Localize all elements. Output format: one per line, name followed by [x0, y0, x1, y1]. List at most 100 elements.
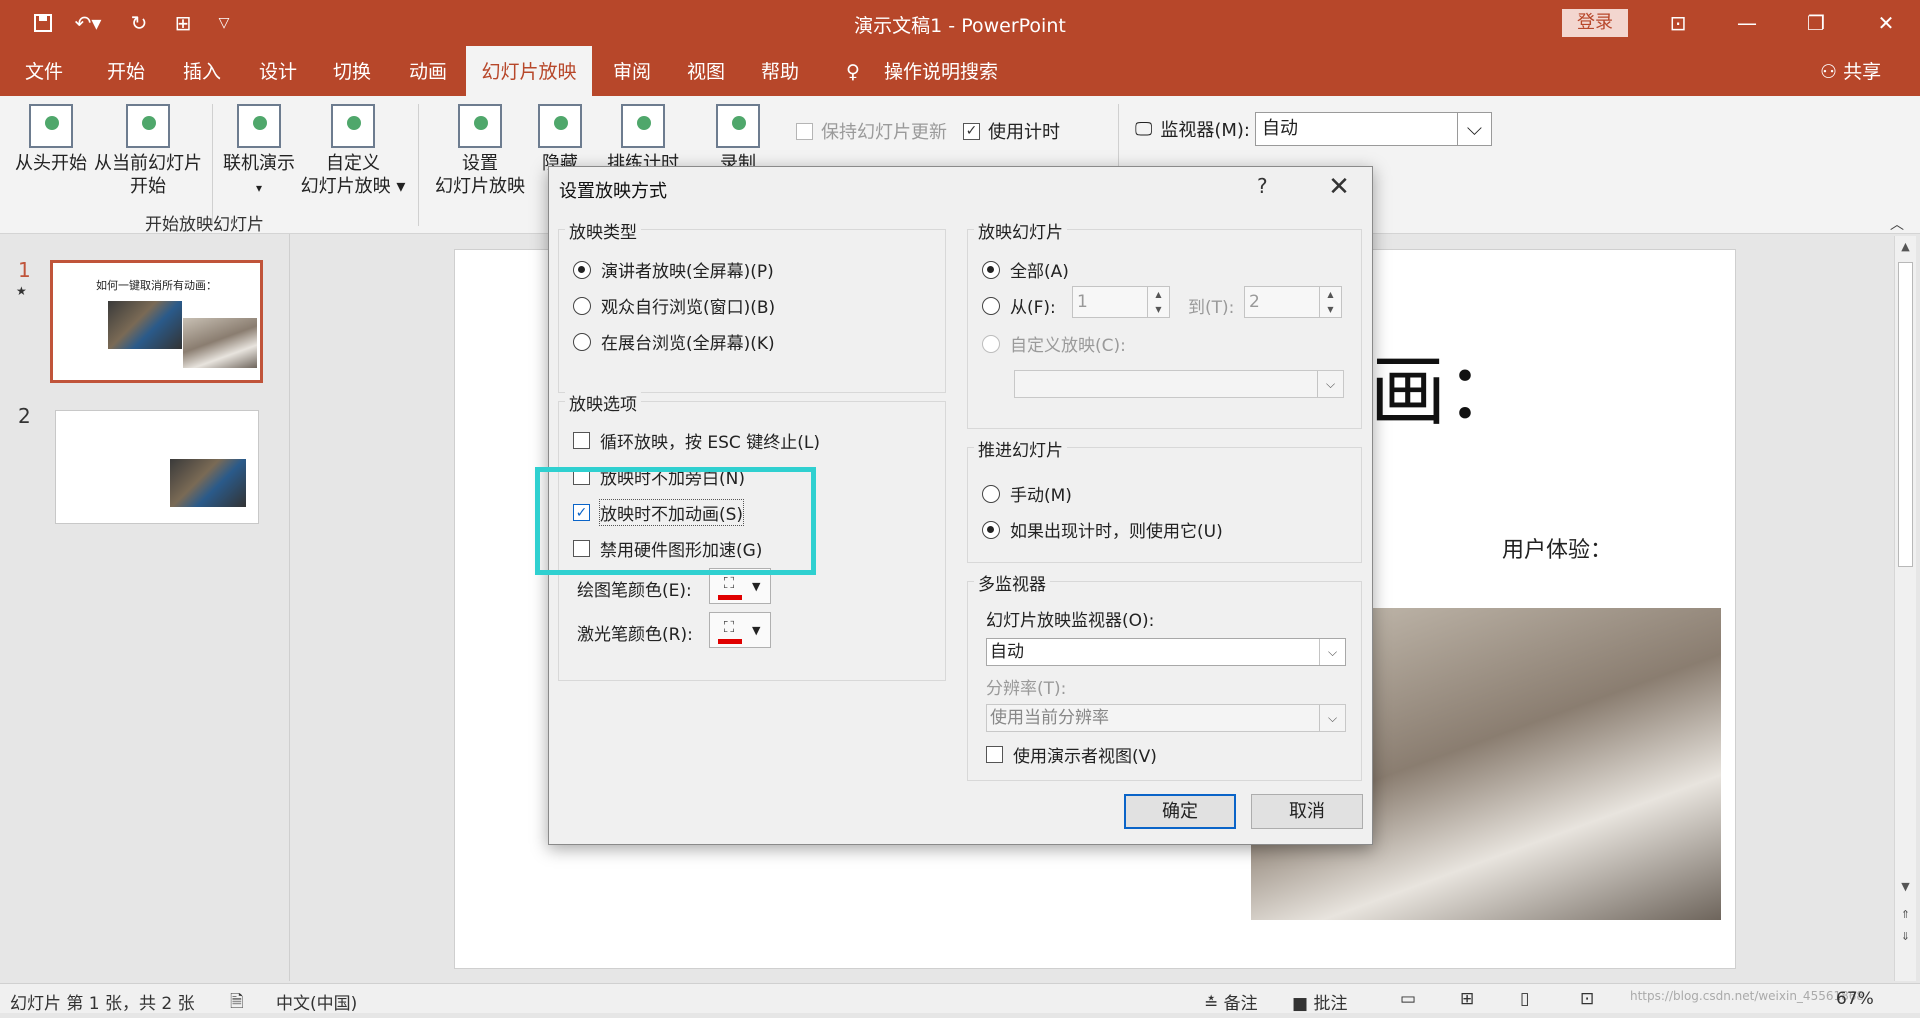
radio-custom-label: 自定义放映(C):	[1010, 336, 1126, 356]
slide-sorter-icon[interactable]: ⊞	[1460, 989, 1474, 1009]
from-current-button[interactable]: 从当前幻灯片 开始	[92, 96, 204, 198]
online-present-label: 联机演示	[223, 153, 295, 174]
custom-slideshow-button[interactable]: 自定义 幻灯片放映 ▾	[300, 96, 406, 198]
normal-view-icon[interactable]: ▭	[1400, 989, 1416, 1009]
radio-custom[interactable]: 自定义放映(C):	[982, 331, 1126, 356]
share-button[interactable]: ⚇ 共享	[1820, 46, 1881, 96]
laser-color-button[interactable]: ⛶ ▼	[709, 612, 771, 648]
spell-check-icon[interactable]: 🗎	[230, 989, 244, 1018]
scroll-thumb[interactable]	[1898, 262, 1913, 567]
slideshow-monitor-value: 自动	[990, 642, 1024, 662]
notes-button[interactable]: ≛ 备注	[1204, 989, 1258, 1014]
tab-file[interactable]: 文件	[12, 46, 76, 96]
radio-kiosk-label: 在展台浏览(全屏幕)(K)	[601, 334, 775, 354]
radio-from-label: 从(F):	[1010, 298, 1056, 318]
radio-window-circle	[573, 296, 591, 315]
comments-button[interactable]: ■ 批注	[1292, 989, 1347, 1014]
to-slide-input[interactable]: 2 ▲ ▼	[1244, 286, 1342, 318]
minimize-icon[interactable]: —	[1727, 8, 1767, 38]
tab-insert[interactable]: 插入	[170, 46, 234, 96]
tab-help[interactable]: 帮助	[748, 46, 812, 96]
presenter-view-box	[986, 746, 1003, 763]
notes-label: 备注	[1223, 994, 1258, 1014]
from-current-label-2: 开始	[130, 176, 166, 197]
login-button[interactable]: 登录	[1562, 9, 1628, 37]
from-slide-input[interactable]: 1 ▲ ▼	[1072, 286, 1170, 318]
online-present-button[interactable]: 联机演示 ▾	[218, 96, 300, 200]
previous-slide-icon[interactable]: ⇑	[1898, 906, 1913, 924]
rehearse-button[interactable]: 排练计时	[600, 96, 686, 175]
animation-star-icon: ★	[16, 284, 27, 298]
thumbnail-phone-image	[170, 459, 246, 507]
title-bar: ↶▾ ↻ ⊞ ▽ 演示文稿1 - PowerPoint 登录 ⊡ — ❐ ✕	[0, 0, 1920, 46]
online-present-icon	[237, 104, 281, 148]
use-timings-checkbox[interactable]: ✓ 使用计时	[963, 118, 1060, 144]
close-window-icon[interactable]: ✕	[1866, 8, 1906, 38]
radio-presenter[interactable]: 演讲者放映(全屏幕)(P)	[573, 257, 774, 282]
zoom-level[interactable]: 67%	[1836, 989, 1874, 1009]
from-beginning-label: 从头开始	[15, 153, 87, 174]
keep-updated-label: 保持幻灯片更新	[821, 122, 947, 143]
reading-view-icon[interactable]: ▯	[1520, 989, 1529, 1009]
resolution-value: 使用当前分辨率	[990, 708, 1109, 728]
scroll-up-icon[interactable]: ▲	[1898, 238, 1913, 256]
status-bar: 幻灯片 第 1 张，共 2 张 🗎 中文(中国) ≛ 备注 ■ 批注 ▭ ⊞ ▯…	[0, 983, 1920, 1014]
slideshow-view-icon[interactable]: ⊡	[1580, 989, 1594, 1009]
slide-thumbnail-2[interactable]	[55, 410, 259, 524]
tab-view[interactable]: 视图	[674, 46, 738, 96]
setup-slideshow-button[interactable]: 设置 幻灯片放映	[432, 96, 528, 198]
paint-bucket-icon: ⛶	[723, 618, 735, 636]
ok-button[interactable]: 确定	[1124, 794, 1236, 829]
spinner-arrows-icon[interactable]: ▲ ▼	[1319, 287, 1341, 317]
language-status[interactable]: 中文(中国)	[276, 989, 357, 1014]
thumbnail-girl-image	[183, 318, 257, 368]
vertical-scrollbar[interactable]: ▲ ▼ ⇑ ⇓	[1894, 236, 1916, 981]
close-icon[interactable]: ✕	[1319, 169, 1359, 205]
slide-ux-label[interactable]: 用户体验：	[1502, 532, 1612, 564]
help-icon[interactable]: ?	[1257, 174, 1268, 198]
record-button[interactable]: 录制	[700, 96, 776, 175]
resolution-select[interactable]: 使用当前分辨率 ⌵	[986, 704, 1346, 732]
slide-info: 幻灯片 第 1 张，共 2 张	[10, 994, 195, 1014]
radio-manual[interactable]: 手动(M)	[982, 481, 1072, 506]
hide-slide-icon	[538, 104, 582, 148]
share-label: 共享	[1843, 61, 1882, 83]
chevron-down-icon[interactable]: ⌵	[1457, 113, 1491, 145]
advance-group: 推进幻灯片 手动(M) 如果出现计时，则使用它(U)	[967, 436, 1362, 563]
keep-updated-checkbox[interactable]: 保持幻灯片更新	[796, 118, 947, 144]
tab-review[interactable]: 审阅	[600, 46, 664, 96]
radio-use-timings[interactable]: 如果出现计时，则使用它(U)	[982, 517, 1223, 542]
tab-home[interactable]: 开始	[94, 46, 158, 96]
radio-kiosk[interactable]: 在展台浏览(全屏幕)(K)	[573, 329, 775, 354]
watermark-text: https://blog.csdn.net/weixin_45561868	[1630, 989, 1865, 1003]
online-present-dropdown: ▾	[255, 181, 263, 195]
tab-animations[interactable]: 动画	[396, 46, 460, 96]
from-beginning-button[interactable]: 从头开始	[10, 96, 92, 175]
collapse-ribbon-icon[interactable]: ︿	[1890, 214, 1904, 234]
tab-transitions[interactable]: 切换	[320, 46, 384, 96]
ribbon-display-icon[interactable]: ⊡	[1658, 8, 1698, 38]
presenter-view-checkbox[interactable]: 使用演示者视图(V)	[986, 742, 1157, 767]
monitor-icon: 🖵	[1135, 118, 1153, 140]
tell-me-search[interactable]: 操作说明搜索	[876, 46, 1006, 96]
tab-slideshow[interactable]: 幻灯片放映	[466, 46, 592, 96]
radio-from[interactable]: 从(F):	[982, 293, 1056, 318]
cancel-button[interactable]: 取消	[1251, 794, 1363, 829]
loop-label: 循环放映，按 ESC 键终止(L)	[600, 433, 820, 453]
monitor-select[interactable]: 自动 ⌵	[1255, 112, 1492, 146]
spinner-arrows-icon[interactable]: ▲ ▼	[1147, 287, 1169, 317]
multi-monitor-legend: 多监视器	[974, 570, 1050, 595]
restore-icon[interactable]: ❐	[1796, 8, 1836, 38]
radio-all[interactable]: 全部(A)	[982, 257, 1069, 282]
custom-show-select[interactable]: ⌵	[1014, 370, 1344, 398]
caret-down-icon: ▼	[752, 624, 761, 637]
tab-design[interactable]: 设计	[246, 46, 310, 96]
slide-title[interactable]: 画：	[1370, 330, 1522, 440]
scroll-down-icon[interactable]: ▼	[1898, 878, 1913, 896]
next-slide-icon[interactable]: ⇓	[1898, 928, 1913, 946]
slide-thumbnail-1[interactable]: 如何一键取消所有动画：	[50, 260, 263, 383]
radio-window[interactable]: 观众自行浏览(窗口)(B)	[573, 293, 775, 318]
slideshow-monitor-select[interactable]: 自动 ⌵	[986, 638, 1346, 666]
loop-checkbox[interactable]: 循环放映，按 ESC 键终止(L)	[573, 428, 820, 453]
resolution-label: 分辨率(T):	[986, 679, 1067, 699]
